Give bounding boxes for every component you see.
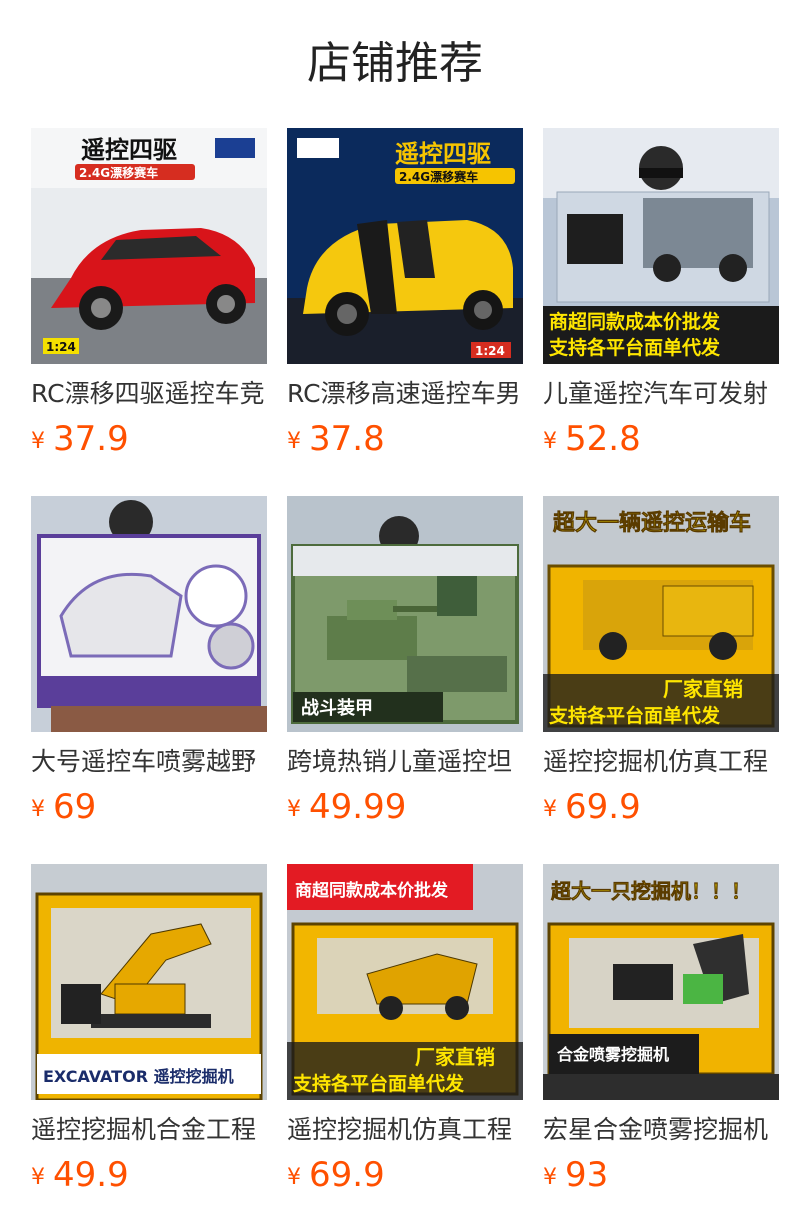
- product-card[interactable]: 遥控四驱 2.4G漂移赛车 1:24 RC漂移四驱遥控车竞 ¥37.9: [31, 128, 267, 468]
- caption-line-2: 支持各平台面单代发: [292, 1072, 465, 1095]
- sub-banner-text: 2.4G漂移赛车: [399, 169, 478, 184]
- price-amount: 93: [565, 1155, 609, 1195]
- transport-truck-box-image[interactable]: 超大一辆遥控运输车 厂家直销 支持各平台面单代发: [543, 496, 779, 732]
- product-card[interactable]: EXCAVATOR 遥控挖掘机 遥控挖掘机合金工程 ¥49.9: [31, 864, 267, 1204]
- product-card[interactable]: 商超同款成本价批发 厂家直销 支持各平台面单代发 遥控挖掘机仿真工程 ¥69.9: [287, 864, 523, 1204]
- caption-line-1: 厂家直销: [415, 1045, 495, 1069]
- currency-symbol: ¥: [287, 429, 301, 454]
- product-card[interactable]: 商超同款成本价批发 支持各平台面单代发 儿童遥控汽车可发射 ¥52.8: [543, 128, 779, 468]
- currency-symbol: ¥: [543, 429, 557, 454]
- price-amount: 49.9: [53, 1155, 129, 1195]
- product-title[interactable]: 跨境热销儿童遥控坦: [287, 744, 523, 784]
- currency-symbol: ¥: [31, 797, 45, 822]
- caption-line-1: 合金喷雾挖掘机: [557, 1045, 669, 1064]
- product-title[interactable]: 遥控挖掘机仿真工程: [543, 744, 779, 784]
- product-title[interactable]: RC漂移高速遥控车男: [287, 376, 523, 416]
- mining-truck-box-image[interactable]: 商超同款成本价批发 厂家直销 支持各平台面单代发: [287, 864, 523, 1100]
- rc-tank-box-image-art: 战斗装甲: [287, 496, 523, 732]
- product-card[interactable]: 超大一只挖掘机！！！ 合金喷雾挖掘机 宏星合金喷雾挖掘机 ¥93: [543, 864, 779, 1204]
- price-amount: 37.9: [53, 419, 129, 459]
- excavator-box-image-art: EXCAVATOR 遥控挖掘机: [31, 864, 267, 1100]
- spray-excavator-box-image[interactable]: 超大一只挖掘机！！！ 合金喷雾挖掘机: [543, 864, 779, 1100]
- spray-offroad-car-box-image-art: [31, 496, 267, 732]
- caption-line-1: EXCAVATOR 遥控挖掘机: [43, 1067, 234, 1086]
- price-amount: 69.9: [309, 1155, 385, 1195]
- product-price: ¥49.9: [31, 1152, 129, 1198]
- caption-line-1: 厂家直销: [663, 677, 743, 701]
- product-title[interactable]: 遥控挖掘机仿真工程: [287, 1112, 523, 1152]
- currency-symbol: ¥: [543, 1165, 557, 1190]
- product-title[interactable]: 大号遥控车喷雾越野: [31, 744, 267, 784]
- price-amount: 37.8: [309, 419, 385, 459]
- section-title: 店铺推荐: [307, 38, 483, 89]
- product-card[interactable]: 超大一辆遥控运输车 厂家直销 支持各平台面单代发 遥控挖掘机仿真工程 ¥69.9: [543, 496, 779, 836]
- currency-symbol: ¥: [543, 797, 557, 822]
- yellow-muscle-car-image-art: 遥控四驱 2.4G漂移赛车 1:24: [287, 128, 523, 364]
- caption-line-1: 战斗装甲: [301, 697, 373, 719]
- product-card[interactable]: 大号遥控车喷雾越野 ¥69: [31, 496, 267, 836]
- banner-text: 商超同款成本价批发: [295, 880, 449, 901]
- currency-symbol: ¥: [287, 797, 301, 822]
- product-price: ¥37.8: [287, 416, 385, 462]
- mining-truck-box-image-art: 商超同款成本价批发 厂家直销 支持各平台面单代发: [287, 864, 523, 1100]
- price-amount: 69: [53, 787, 97, 827]
- price-amount: 69.9: [565, 787, 641, 827]
- transport-truck-box-image-art: 超大一辆遥控运输车 厂家直销 支持各平台面单代发: [543, 496, 779, 732]
- caption-line-1: 商超同款成本价批发: [549, 310, 721, 333]
- currency-symbol: ¥: [31, 1165, 45, 1190]
- banner-text: 遥控四驱: [395, 140, 491, 168]
- currency-symbol: ¥: [287, 1165, 301, 1190]
- product-title[interactable]: 遥控挖掘机合金工程: [31, 1112, 267, 1152]
- red-sports-car-image-art: 遥控四驱 2.4G漂移赛车 1:24: [31, 128, 267, 364]
- red-sports-car-image[interactable]: 遥控四驱 2.4G漂移赛车 1:24: [31, 128, 267, 364]
- caption-line-2: 支持各平台面单代发: [548, 704, 721, 727]
- product-price: ¥69.9: [543, 784, 641, 830]
- offroad-truck-box-image-art: 商超同款成本价批发 支持各平台面单代发: [543, 128, 779, 364]
- product-price: ¥49.99: [287, 784, 406, 830]
- price-amount: 52.8: [565, 419, 641, 459]
- banner-text: 超大一只挖掘机！！！: [550, 879, 751, 903]
- product-price: ¥52.8: [543, 416, 641, 462]
- banner-text: 超大一辆遥控运输车: [553, 510, 751, 536]
- scale-text: 1:24: [46, 340, 76, 354]
- excavator-box-image[interactable]: EXCAVATOR 遥控挖掘机: [31, 864, 267, 1100]
- spray-offroad-car-box-image[interactable]: [31, 496, 267, 732]
- offroad-truck-box-image[interactable]: 商超同款成本价批发 支持各平台面单代发: [543, 128, 779, 364]
- product-price: ¥37.9: [31, 416, 129, 462]
- currency-symbol: ¥: [31, 429, 45, 454]
- product-card[interactable]: 遥控四驱 2.4G漂移赛车 1:24 RC漂移高速遥控车男 ¥37.8: [287, 128, 523, 468]
- product-price: ¥69.9: [287, 1152, 385, 1198]
- product-price: ¥69: [31, 784, 96, 830]
- product-title[interactable]: 儿童遥控汽车可发射: [543, 376, 779, 416]
- spray-excavator-box-image-art: 超大一只挖掘机！！！ 合金喷雾挖掘机: [543, 864, 779, 1100]
- product-card[interactable]: 战斗装甲 跨境热销儿童遥控坦 ¥49.99: [287, 496, 523, 836]
- product-title[interactable]: RC漂移四驱遥控车竞: [31, 376, 267, 416]
- sub-banner-text: 2.4G漂移赛车: [79, 165, 158, 180]
- price-amount: 49.99: [309, 787, 407, 827]
- rc-tank-box-image[interactable]: 战斗装甲: [287, 496, 523, 732]
- banner-text: 遥控四驱: [81, 136, 177, 164]
- caption-line-2: 支持各平台面单代发: [548, 336, 721, 359]
- product-title[interactable]: 宏星合金喷雾挖掘机: [543, 1112, 779, 1152]
- yellow-muscle-car-image[interactable]: 遥控四驱 2.4G漂移赛车 1:24: [287, 128, 523, 364]
- product-price: ¥93: [543, 1152, 608, 1198]
- scale-text: 1:24: [475, 344, 505, 358]
